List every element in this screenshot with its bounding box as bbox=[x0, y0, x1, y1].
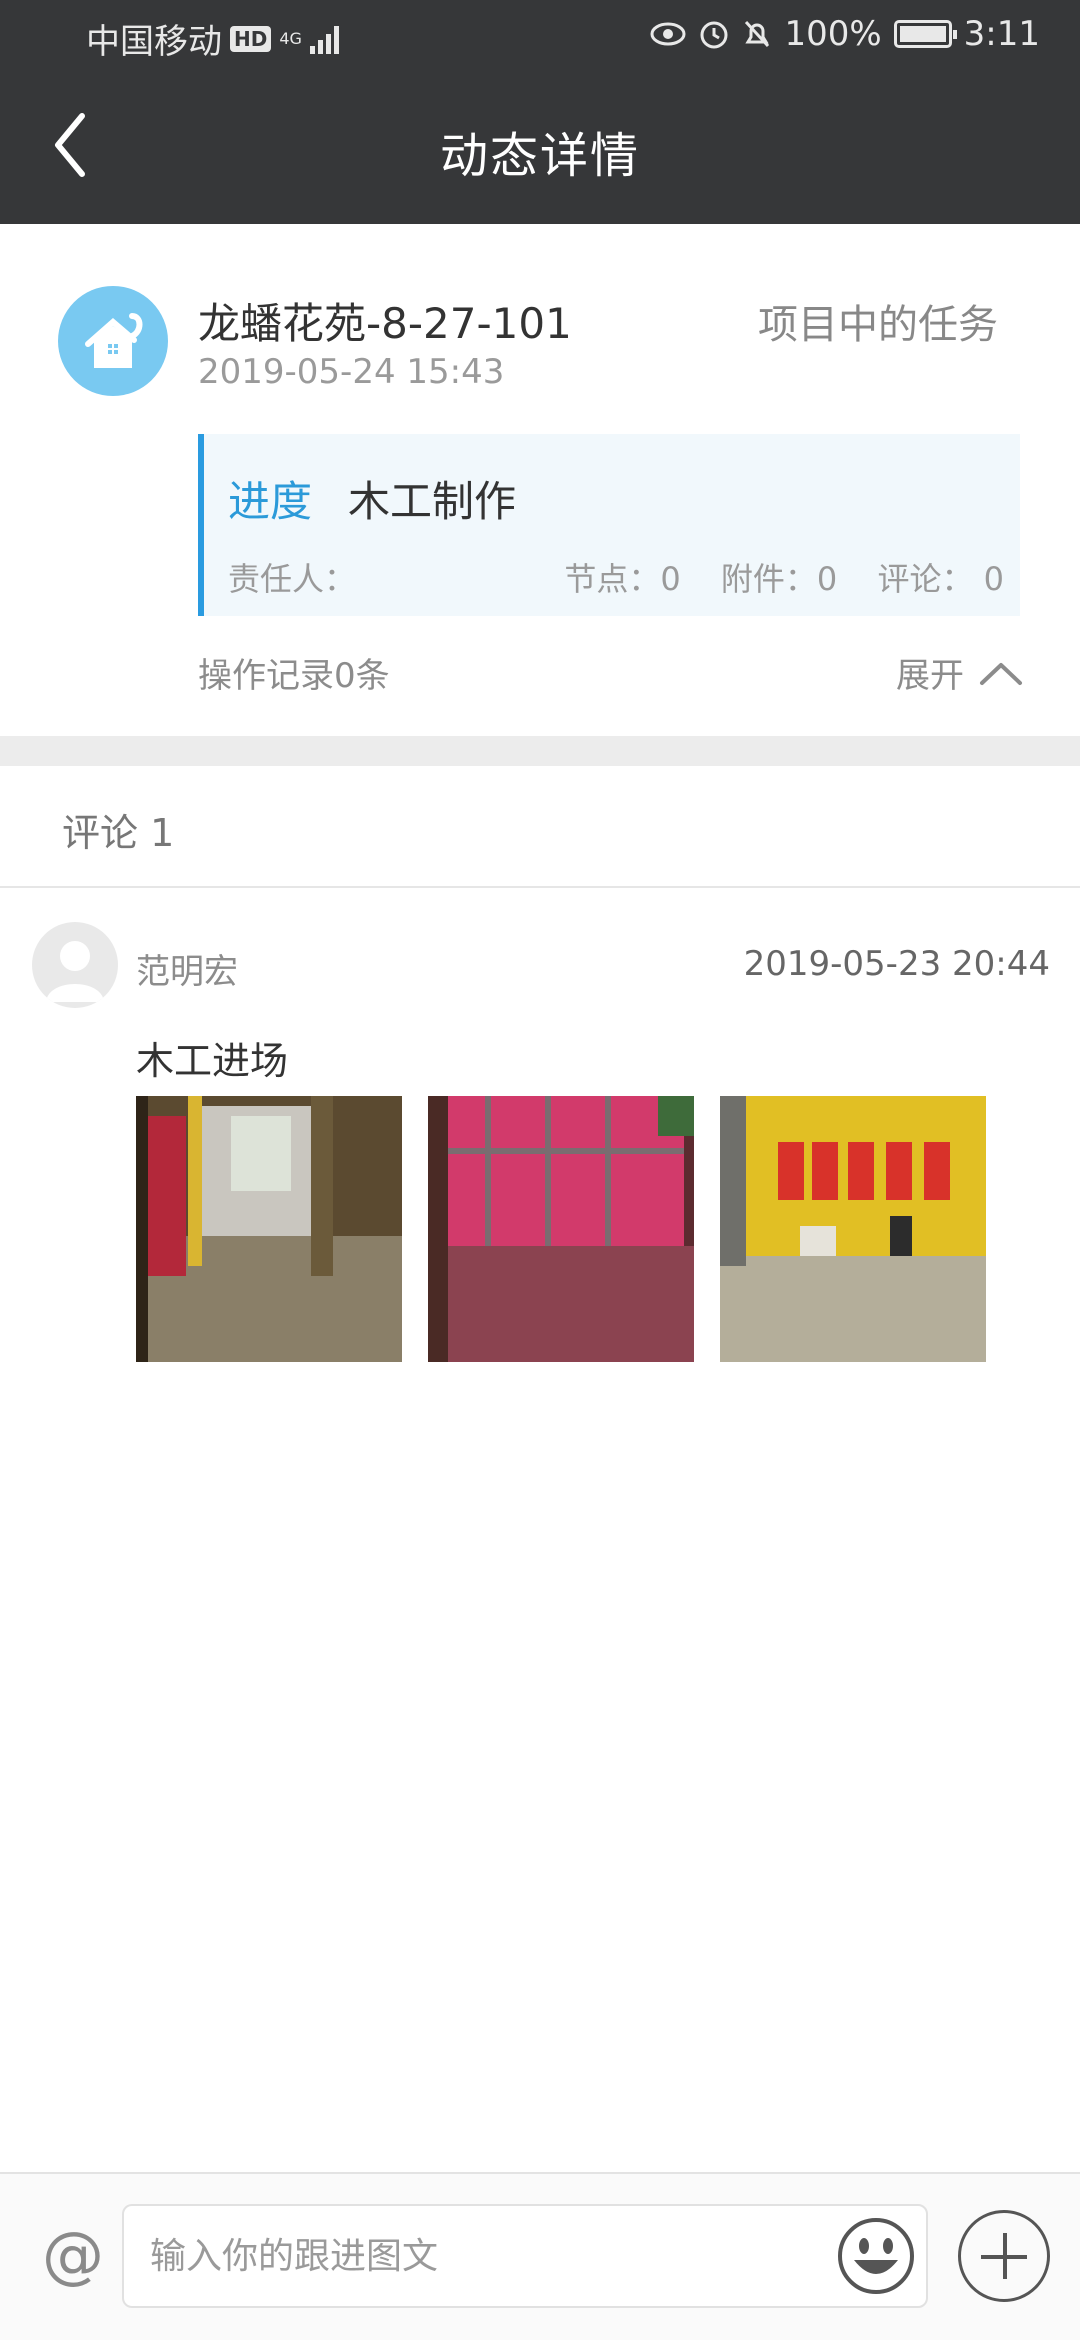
section-divider bbox=[0, 736, 1080, 766]
project-name[interactable]: 龙蟠花苑-8-27-101 bbox=[198, 290, 572, 351]
comment-photo[interactable] bbox=[428, 1096, 694, 1362]
comment-input[interactable] bbox=[150, 2226, 830, 2286]
post-card: 龙蟠花苑-8-27-101 2019-05-24 15:43 项目中的任务 进度… bbox=[0, 224, 1080, 736]
nav-bar: 动态详情 bbox=[0, 72, 1080, 224]
task-name: 木工制作 bbox=[348, 477, 517, 526]
comment-time: 2019-05-23 20:44 bbox=[743, 944, 1050, 984]
chevron-up-icon bbox=[980, 662, 1022, 685]
operation-log: 操作记录0条 bbox=[198, 656, 390, 696]
expand-label: 展开 bbox=[896, 656, 964, 696]
photo-room-hallway bbox=[136, 1096, 402, 1362]
comment-input-box bbox=[122, 2204, 928, 2308]
status-bar: 中国移动 HD 4G 100% 3:11 bbox=[0, 0, 1080, 72]
page-title: 动态详情 bbox=[439, 128, 640, 184]
comments-count: 评论 1 bbox=[62, 811, 175, 855]
photo-room-posters bbox=[720, 1096, 986, 1362]
task-card[interactable]: 进度 木工制作 责任人： 节点：0 附件：0 评论： 0 bbox=[198, 434, 1020, 616]
avatar[interactable] bbox=[32, 922, 118, 1008]
photo-room-windows bbox=[428, 1096, 694, 1362]
carrier-name: 中国移动 bbox=[86, 22, 222, 62]
battery-icon bbox=[893, 20, 957, 48]
signal-icon bbox=[309, 24, 339, 54]
eye-icon bbox=[650, 22, 686, 46]
alarm-icon bbox=[700, 21, 728, 49]
mute-bell-icon bbox=[745, 20, 770, 48]
task-attachments: 附件：0 bbox=[720, 560, 838, 598]
default-user-icon bbox=[46, 941, 104, 1002]
post-type: 项目中的任务 bbox=[758, 302, 998, 348]
project-avatar bbox=[58, 286, 168, 396]
comments-header: 评论 1 bbox=[0, 766, 1080, 888]
network-type: 4G bbox=[279, 28, 302, 48]
task-owner: 责任人： bbox=[228, 560, 357, 598]
emoji-icon[interactable] bbox=[836, 2216, 916, 2296]
expand-button[interactable]: 展开 bbox=[896, 648, 1024, 697]
post-time: 2019-05-24 15:43 bbox=[198, 352, 505, 392]
comment-photo[interactable] bbox=[136, 1096, 402, 1362]
task-label: 进度 bbox=[228, 477, 313, 526]
top-bar: 中国移动 HD 4G 100% 3:11 动态详情 bbox=[0, 0, 1080, 224]
hd-badge: HD bbox=[230, 25, 272, 52]
comment-user[interactable]: 范明宏 bbox=[136, 944, 238, 993]
comment-composer: @ bbox=[0, 2172, 1080, 2340]
comment-photo[interactable] bbox=[720, 1096, 986, 1362]
mention-button[interactable]: @ bbox=[36, 2218, 110, 2292]
clock: 3:11 bbox=[963, 14, 1040, 54]
add-attachment-button[interactable] bbox=[958, 2210, 1050, 2302]
house-icon bbox=[85, 313, 143, 368]
battery-percent: 100% bbox=[784, 14, 882, 54]
task-nodes: 节点：0 bbox=[564, 560, 681, 598]
task-comments: 评论： 0 bbox=[877, 560, 1004, 598]
comment-text: 木工进场 bbox=[136, 1039, 289, 1083]
